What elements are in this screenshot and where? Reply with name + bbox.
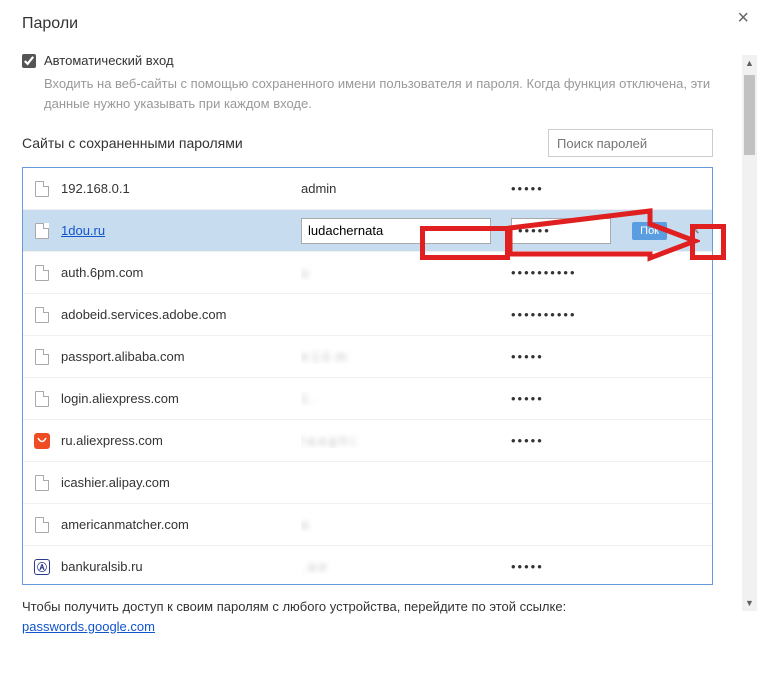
delete-password-icon[interactable]: × [686, 222, 704, 240]
site-cell: 192.168.0.1 [61, 181, 291, 196]
site-favicon [33, 517, 51, 533]
site-favicon [33, 265, 51, 281]
password-cell: ••••• [511, 391, 631, 406]
username-text: 1 . [301, 391, 315, 406]
password-row[interactable]: americanmatcher.com a [23, 504, 712, 546]
password-row[interactable]: login.aliexpress.com 1 . ••••• [23, 378, 712, 420]
site-cell: ru.aliexpress.com [61, 433, 291, 448]
username-text: a [301, 517, 308, 532]
username-cell: . a e [301, 559, 501, 574]
password-cell: •••••••••• [511, 307, 631, 322]
page-title: Пароли [22, 15, 713, 33]
username-text: u [301, 265, 308, 280]
username-cell [301, 218, 501, 244]
file-icon [35, 181, 49, 197]
password-row[interactable]: 192.168.0.1 admin ••••• [23, 168, 712, 210]
password-row[interactable]: ru.aliexpress.com l a a g h i. ••••• [23, 420, 712, 462]
username-cell: u [301, 265, 501, 280]
password-row[interactable]: adobeid.services.adobe.com •••••••••• [23, 294, 712, 336]
sync-footer: Чтобы получить доступ к своим паролям с … [22, 597, 713, 636]
username-cell: 1 . [301, 391, 501, 406]
site-cell: americanmatcher.com [61, 517, 291, 532]
file-icon [35, 265, 49, 281]
site-cell: passport.alibaba.com [61, 349, 291, 364]
auto-signin-row: Автоматический вход [22, 53, 713, 68]
file-icon [35, 223, 49, 239]
vertical-scrollbar[interactable]: ▲ ▼ [742, 55, 757, 611]
username-input[interactable] [301, 218, 491, 244]
site-favicon [33, 349, 51, 365]
sync-footer-link[interactable]: passwords.google.com [22, 619, 155, 634]
password-cell: ••••• [511, 559, 631, 574]
sync-footer-text: Чтобы получить доступ к своим паролям с … [22, 599, 566, 614]
username-cell: a [301, 517, 501, 532]
site-cell: icashier.alipay.com [61, 475, 291, 490]
scrollbar-thumb[interactable] [744, 75, 755, 155]
site-cell: bankuralsib.ru [61, 559, 291, 574]
username-text: . a e [301, 559, 326, 574]
username-text: l a a g h i. [301, 433, 357, 448]
passwords-table: 192.168.0.1 admin ••••• 1dou.ru ••••• Пок × aut… [22, 167, 713, 585]
password-cell: ••••• [511, 433, 631, 448]
search-input[interactable] [548, 129, 713, 157]
file-icon [35, 517, 49, 533]
saved-passwords-heading: Сайты с сохраненными паролями [22, 135, 243, 151]
site-favicon: Ⓐ [33, 559, 51, 575]
username-text: admin [301, 181, 336, 196]
site-favicon [33, 223, 51, 239]
password-cell: ••••• [511, 181, 631, 196]
site-link[interactable]: 1dou.ru [61, 223, 105, 238]
password-cell: ••••• [511, 349, 631, 364]
saved-passwords-header: Сайты с сохраненными паролями [22, 129, 713, 157]
auto-signin-description: Входить на веб-сайты с помощью сохраненн… [44, 74, 713, 113]
file-icon [35, 475, 49, 491]
username-cell: l a a g h i. [301, 433, 501, 448]
password-row[interactable]: auth.6pm.com u •••••••••• [23, 252, 712, 294]
username-cell: admin [301, 181, 501, 196]
password-row[interactable]: icashier.alipay.com [23, 462, 712, 504]
site-cell: 1dou.ru [61, 223, 291, 238]
site-favicon [33, 181, 51, 197]
password-row[interactable]: 1dou.ru ••••• Пок × [23, 210, 712, 252]
close-icon[interactable]: × [737, 8, 749, 28]
dialog-content: Пароли Автоматический вход Входить на ве… [0, 0, 735, 681]
username-cell: e 1 il. m [301, 349, 501, 364]
scrollbar-arrow-down-icon[interactable]: ▼ [742, 595, 757, 611]
site-cell: adobeid.services.adobe.com [61, 307, 291, 322]
site-favicon [33, 307, 51, 323]
show-password-button[interactable]: Пок [632, 222, 667, 240]
password-cell: •••••••••• [511, 265, 631, 280]
scrollbar-arrow-up-icon[interactable]: ▲ [742, 55, 757, 71]
site-cell: login.aliexpress.com [61, 391, 291, 406]
site-favicon [33, 433, 51, 449]
file-icon [35, 391, 49, 407]
password-row[interactable]: passport.alibaba.com e 1 il. m ••••• [23, 336, 712, 378]
password-input[interactable]: ••••• [511, 218, 611, 244]
bank-icon: Ⓐ [34, 559, 50, 575]
aliexpress-icon [34, 433, 50, 449]
passwords-dialog: × Пароли Автоматический вход Входить на … [0, 0, 767, 681]
file-icon [35, 307, 49, 323]
file-icon [35, 349, 49, 365]
password-row[interactable]: Ⓐbankuralsib.ru . a e ••••• [23, 546, 712, 585]
site-cell: auth.6pm.com [61, 265, 291, 280]
site-favicon [33, 391, 51, 407]
auto-signin-checkbox[interactable] [22, 54, 36, 68]
auto-signin-label: Автоматический вход [44, 53, 174, 68]
username-text: e 1 il. m [301, 349, 347, 364]
site-favicon [33, 475, 51, 491]
password-cell: ••••• [511, 218, 631, 244]
